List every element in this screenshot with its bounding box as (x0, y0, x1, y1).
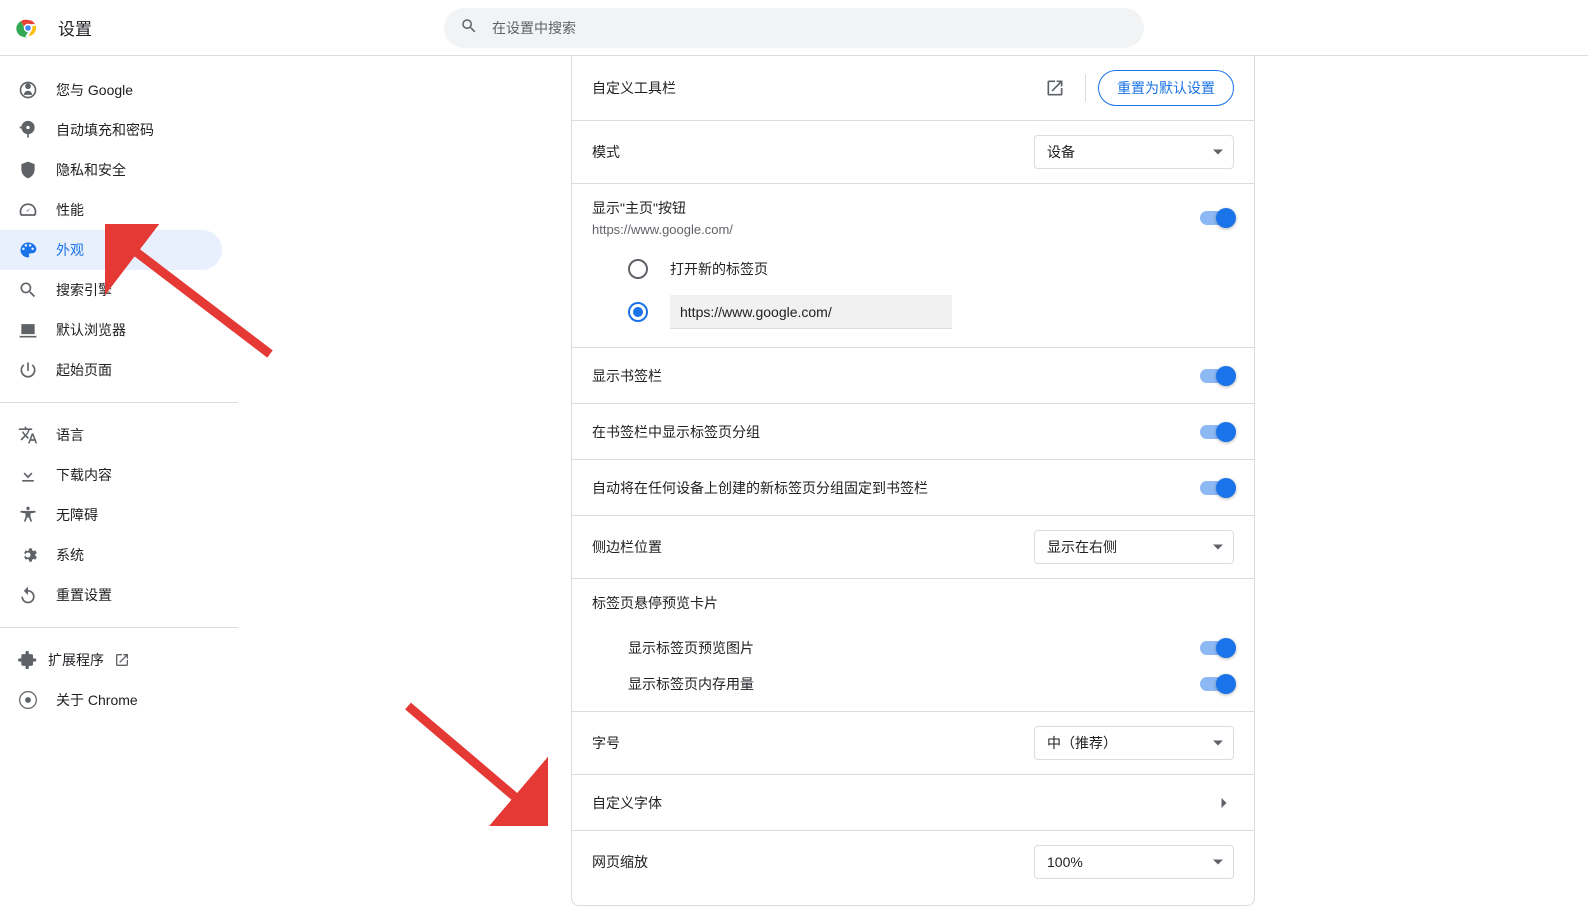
mode-value: 设备 (1047, 142, 1075, 162)
fontsize-value: 中（推荐） (1047, 733, 1117, 753)
home-radio-newtab[interactable] (628, 259, 648, 279)
sidepanel-select[interactable]: 显示在右侧 (1034, 530, 1234, 564)
show-bookmarks-label: 显示书签栏 (592, 366, 662, 386)
chrome-logo-icon (16, 16, 40, 40)
home-button-toggle[interactable] (1200, 211, 1234, 225)
sidepanel-value: 显示在右侧 (1047, 537, 1117, 557)
zoom-label: 网页缩放 (592, 852, 648, 872)
sidebar-item-label: 性能 (56, 200, 84, 220)
sidebar-item-about[interactable]: 关于 Chrome (0, 680, 222, 720)
pin-new-groups-toggle[interactable] (1200, 481, 1234, 495)
page-title: 设置 (58, 15, 92, 40)
pin-new-groups-label: 自动将在任何设备上创建的新标签页分组固定到书签栏 (592, 478, 928, 498)
sidebar-item-label: 无障碍 (56, 505, 98, 525)
toolbar-title: 自定义工具栏 (592, 78, 676, 98)
sidebar-item-onstartup[interactable]: 起始页面 (0, 350, 222, 390)
custom-font-label: 自定义字体 (592, 793, 662, 813)
zoom-value: 100% (1047, 854, 1083, 870)
hover-img-toggle[interactable] (1200, 641, 1234, 655)
fontsize-label: 字号 (592, 733, 620, 753)
sidebar-item-autofill[interactable]: 自动填充和密码 (0, 110, 222, 150)
sidebar-separator (0, 627, 238, 628)
fontsize-select[interactable]: 中（推荐） (1034, 726, 1234, 760)
sidebar-item-label: 扩展程序 (48, 650, 104, 670)
sidebar: 您与 Google 自动填充和密码 隐私和安全 性能 外观 搜索引擎 默认浏览器 (0, 56, 238, 906)
sidebar-separator (0, 402, 238, 403)
sidebar-item-label: 起始页面 (56, 360, 112, 380)
open-external-icon (1045, 78, 1065, 98)
home-button-label: 显示"主页"按钮 (592, 198, 733, 218)
hover-mem-toggle[interactable] (1200, 677, 1234, 691)
sidebar-item-appearance[interactable]: 外观 (0, 230, 222, 270)
zoom-select[interactable]: 100% (1034, 845, 1234, 879)
sidebar-item-label: 外观 (56, 240, 84, 260)
sidebar-item-performance[interactable]: 性能 (0, 190, 222, 230)
hover-img-label: 显示标签页预览图片 (628, 638, 754, 658)
search-input-wrap[interactable] (444, 8, 1144, 48)
search-input[interactable] (490, 19, 1128, 37)
open-external-icon (114, 652, 130, 668)
mode-select[interactable]: 设备 (1034, 135, 1234, 169)
home-url-input[interactable] (670, 295, 952, 329)
mode-label: 模式 (592, 142, 620, 162)
sidebar-item-system[interactable]: 系统 (0, 535, 222, 575)
sidebar-item-downloads[interactable]: 下载内容 (0, 455, 222, 495)
sidebar-item-label: 隐私和安全 (56, 160, 126, 180)
sidebar-item-label: 下载内容 (56, 465, 112, 485)
sidebar-item-default-browser[interactable]: 默认浏览器 (0, 310, 222, 350)
sidebar-item-extensions[interactable]: 扩展程序 (0, 640, 222, 680)
sidebar-item-accessibility[interactable]: 无障碍 (0, 495, 222, 535)
sidebar-item-label: 默认浏览器 (56, 320, 126, 340)
sidebar-item-label: 重置设置 (56, 585, 112, 605)
settings-panel: 自定义工具栏 重置为默认设置 模式 设备 显示"主页"按钮 h (571, 56, 1255, 906)
sidebar-item-label: 自动填充和密码 (56, 120, 154, 140)
hover-section-label: 标签页悬停预览卡片 (592, 593, 718, 613)
sidebar-item-label: 关于 Chrome (56, 690, 138, 710)
show-bookmarks-toggle[interactable] (1200, 369, 1234, 383)
show-tabgroups-toggle[interactable] (1200, 425, 1234, 439)
sidebar-item-label: 系统 (56, 545, 84, 565)
custom-font-row[interactable]: 自定义字体 (572, 774, 1254, 830)
hover-mem-label: 显示标签页内存用量 (628, 674, 754, 694)
chevron-right-icon (1214, 793, 1234, 813)
home-button-sub: https://www.google.com/ (592, 222, 733, 237)
home-radio-newtab-label: 打开新的标签页 (670, 259, 768, 279)
reset-toolbar-button[interactable]: 重置为默认设置 (1098, 70, 1234, 106)
sidebar-item-languages[interactable]: 语言 (0, 415, 222, 455)
sidepanel-label: 侧边栏位置 (592, 537, 662, 557)
open-toolbar-external-button[interactable] (1037, 70, 1073, 106)
sidebar-item-label: 搜索引擎 (56, 280, 112, 300)
sidebar-item-search-engine[interactable]: 搜索引擎 (0, 270, 222, 310)
sidebar-item-label: 语言 (56, 425, 84, 445)
home-radio-url[interactable] (628, 302, 648, 322)
sidebar-item-you-and-google[interactable]: 您与 Google (0, 70, 222, 110)
search-icon (460, 17, 478, 38)
sidebar-item-privacy[interactable]: 隐私和安全 (0, 150, 222, 190)
show-tabgroups-label: 在书签栏中显示标签页分组 (592, 422, 760, 442)
sidebar-item-reset[interactable]: 重置设置 (0, 575, 222, 615)
sidebar-item-label: 您与 Google (56, 80, 133, 100)
